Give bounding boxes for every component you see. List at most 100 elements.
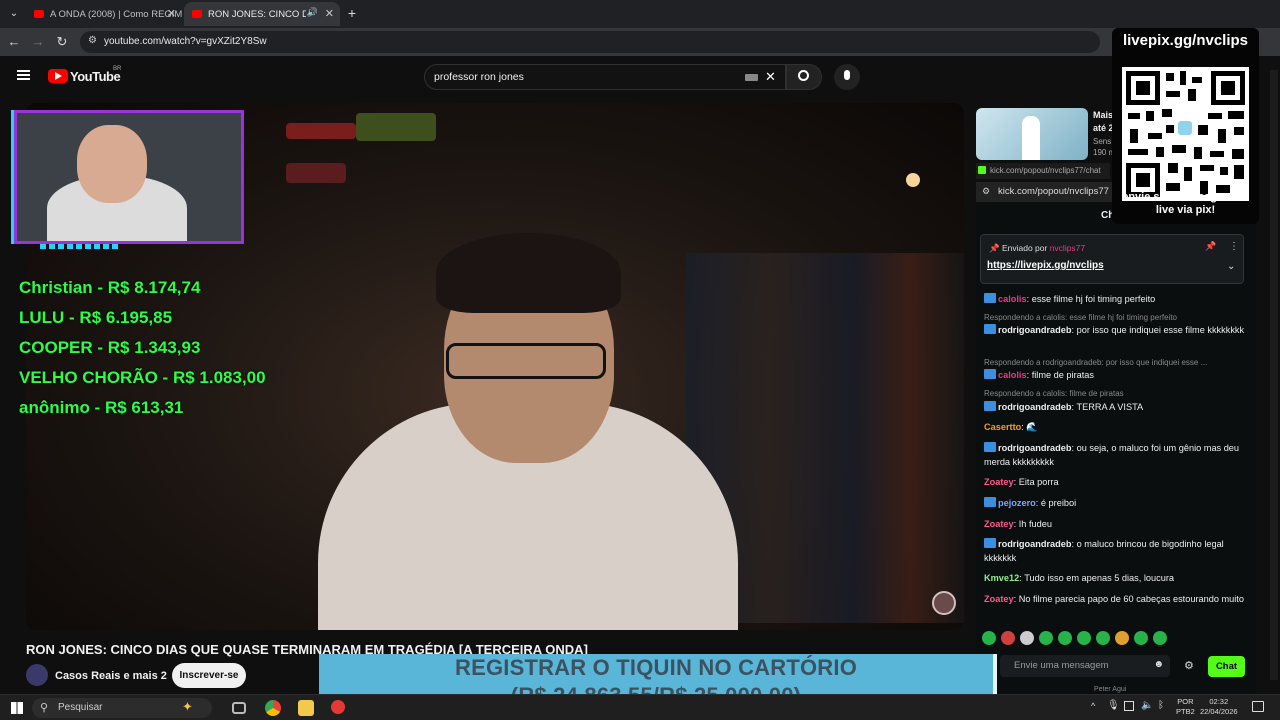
donor-entry: LULU - R$ 6.195,85: [19, 308, 173, 327]
background-lamp: [906, 173, 920, 187]
clear-search-icon[interactable]: ✕: [765, 69, 776, 85]
emote-icon[interactable]: [1058, 631, 1072, 645]
file-explorer-icon[interactable]: [298, 700, 314, 716]
chat-username[interactable]: Zoatey: [984, 594, 1014, 604]
related-video-thumbnail[interactable]: [976, 108, 1088, 160]
chat-username[interactable]: Zoatey: [984, 519, 1014, 529]
new-tab-icon[interactable]: +: [344, 5, 360, 21]
chat-username[interactable]: calolis: [998, 370, 1027, 380]
kick-popout-url[interactable]: ⚙ kick.com/popout/nvclips77: [976, 182, 1116, 202]
chat-text: : No filme parecia papo de 60 cabeças es…: [1013, 594, 1244, 604]
keyboard-icon[interactable]: [745, 74, 758, 81]
chat-username[interactable]: pejozero: [998, 498, 1036, 508]
site-info-icon[interactable]: ⚙: [88, 35, 97, 46]
chat-message: Zoatey: Ih fudeu: [984, 518, 1246, 532]
background-sign: [356, 113, 436, 141]
subscriber-badge-icon: [984, 324, 996, 334]
microphone-icon[interactable]: 🎙: [1107, 700, 1120, 711]
chat-send-button[interactable]: Chat: [1208, 656, 1245, 677]
chat-username[interactable]: rodrigoandradeb: [998, 402, 1072, 412]
emote-icon[interactable]: [1096, 631, 1110, 645]
forward-icon[interactable]: →: [30, 34, 46, 50]
emote-icon[interactable]: [1020, 631, 1034, 645]
kick-popout-tab[interactable]: kick.com/popout/nvclips77/chat: [976, 163, 1110, 179]
channel-avatar[interactable]: [26, 664, 48, 686]
related-channel: Sens: [1093, 137, 1112, 146]
search-button[interactable]: [786, 64, 822, 90]
tab-ron-jones[interactable]: RON JONES: CINCO DIAS Q 🔊 ✕: [184, 2, 340, 26]
page-scrollbar[interactable]: [1270, 70, 1278, 680]
subscriber-badge-icon: [984, 293, 996, 303]
livepix-qr-overlay: livepix.gg/nvclips envie sua mensagem na…: [1112, 28, 1259, 224]
chat-message-input[interactable]: Envie uma mensagem ☻: [1000, 655, 1170, 677]
unpin-icon[interactable]: 📌: [1205, 241, 1216, 252]
keyboard-language[interactable]: POR PTB2: [1176, 697, 1195, 717]
close-tab-icon[interactable]: ✕: [325, 7, 334, 20]
related-video[interactable]: Mais até 2 Sens 190 m: [976, 108, 1116, 162]
donor-leaderboard: Christian - R$ 8.174,74 LULU - R$ 6.195,…: [19, 278, 299, 428]
region-code: BR: [113, 66, 122, 72]
emote-icon[interactable]: [1077, 631, 1091, 645]
chat-text: : TERRA A VISTA: [1071, 402, 1144, 412]
taskbar-clock[interactable]: 02:32 22/04/2026: [1200, 697, 1238, 717]
taskbar-search[interactable]: ⚲ Pesquisar ✦: [32, 698, 212, 718]
channel-name[interactable]: Casos Reais e mais 2: [55, 670, 167, 682]
chat-username[interactable]: rodrigoandradeb: [998, 539, 1072, 549]
close-tab-icon[interactable]: ✕: [167, 7, 176, 20]
youtube-logo-icon[interactable]: [48, 69, 68, 83]
audio-playing-icon[interactable]: 🔊: [307, 7, 318, 18]
chat-message: rodrigoandradeb: TERRA A VISTA: [984, 401, 1246, 415]
subscribe-button[interactable]: Inscrever-se: [172, 663, 246, 688]
streamer-head: [77, 125, 147, 203]
chat-username[interactable]: rodrigoandradeb: [998, 325, 1072, 335]
more-options-icon[interactable]: ⋮: [1229, 241, 1239, 252]
chat-text: : Ih fudeu: [1013, 519, 1052, 529]
tab-search-icon[interactable]: ⌄: [6, 6, 22, 22]
emoji-icon[interactable]: ☻: [1153, 659, 1164, 670]
windows-start-icon[interactable]: [11, 702, 23, 714]
emote-icon[interactable]: [1001, 631, 1015, 645]
notifications-icon[interactable]: [1252, 701, 1264, 712]
emote-icon[interactable]: [1115, 631, 1129, 645]
display-icon[interactable]: [1124, 701, 1134, 711]
tab-a-onda[interactable]: A ONDA (2008) | Como REGIME ✕: [26, 2, 182, 26]
chat-settings-icon[interactable]: ⚙: [1184, 659, 1194, 672]
speaker-icon[interactable]: 🔈: [1141, 700, 1153, 711]
bluetooth-icon[interactable]: ᛒ: [1158, 700, 1164, 711]
pinned-message[interactable]: 📌 Enviado por nvclips77 📌 ⋮ ⌄ https://li…: [980, 234, 1244, 284]
chat-message: pejozero: é preiboi: [984, 497, 1246, 511]
emote-icon[interactable]: [1153, 631, 1167, 645]
pinned-link[interactable]: https://livepix.gg/nvclips: [987, 260, 1104, 271]
task-view-icon[interactable]: [232, 702, 246, 714]
menu-icon[interactable]: [17, 70, 30, 80]
chevron-down-icon[interactable]: ⌄: [1227, 261, 1235, 272]
microphone-icon: [844, 70, 850, 80]
chat-message: Casertto: 🌊: [984, 421, 1246, 435]
presenter-hair: [436, 233, 621, 313]
chat-username[interactable]: rodrigoandradeb: [998, 443, 1072, 453]
chat-username[interactable]: Kmve12: [984, 573, 1019, 583]
pin-icon: 📌: [989, 243, 1002, 253]
reload-icon[interactable]: ↻: [54, 34, 70, 50]
voice-search-button[interactable]: [834, 64, 860, 90]
address-bar[interactable]: ⚙ youtube.com/watch?v=gvXZit2Y8Sw: [80, 31, 1100, 53]
kick-url-text: kick.com/popout/nvclips77: [998, 186, 1109, 197]
kick-favicon-icon: [978, 166, 986, 174]
chat-username[interactable]: Zoatey: [984, 477, 1014, 487]
pinned-by: 📌 Enviado por nvclips77: [989, 243, 1085, 254]
show-hidden-icons-icon[interactable]: ^: [1091, 701, 1095, 711]
back-icon[interactable]: ←: [6, 34, 22, 50]
pinned-user[interactable]: nvclips77: [1050, 243, 1085, 253]
chrome-icon[interactable]: [265, 700, 281, 716]
keyboard-layout: PTB2: [1176, 707, 1195, 716]
search-input[interactable]: professor ron jones ✕: [424, 64, 786, 90]
app-icon[interactable]: [331, 700, 345, 714]
chat-footer-text: Peter Agui: [1094, 686, 1127, 693]
emote-icon[interactable]: [1134, 631, 1148, 645]
chat-username[interactable]: Casertto: [984, 422, 1021, 432]
emote-icon[interactable]: [982, 631, 996, 645]
emote-icon[interactable]: [1039, 631, 1053, 645]
chat-username[interactable]: calolis: [998, 294, 1027, 304]
site-info-icon[interactable]: ⚙: [982, 186, 990, 197]
streamer-webcam: [14, 110, 244, 244]
